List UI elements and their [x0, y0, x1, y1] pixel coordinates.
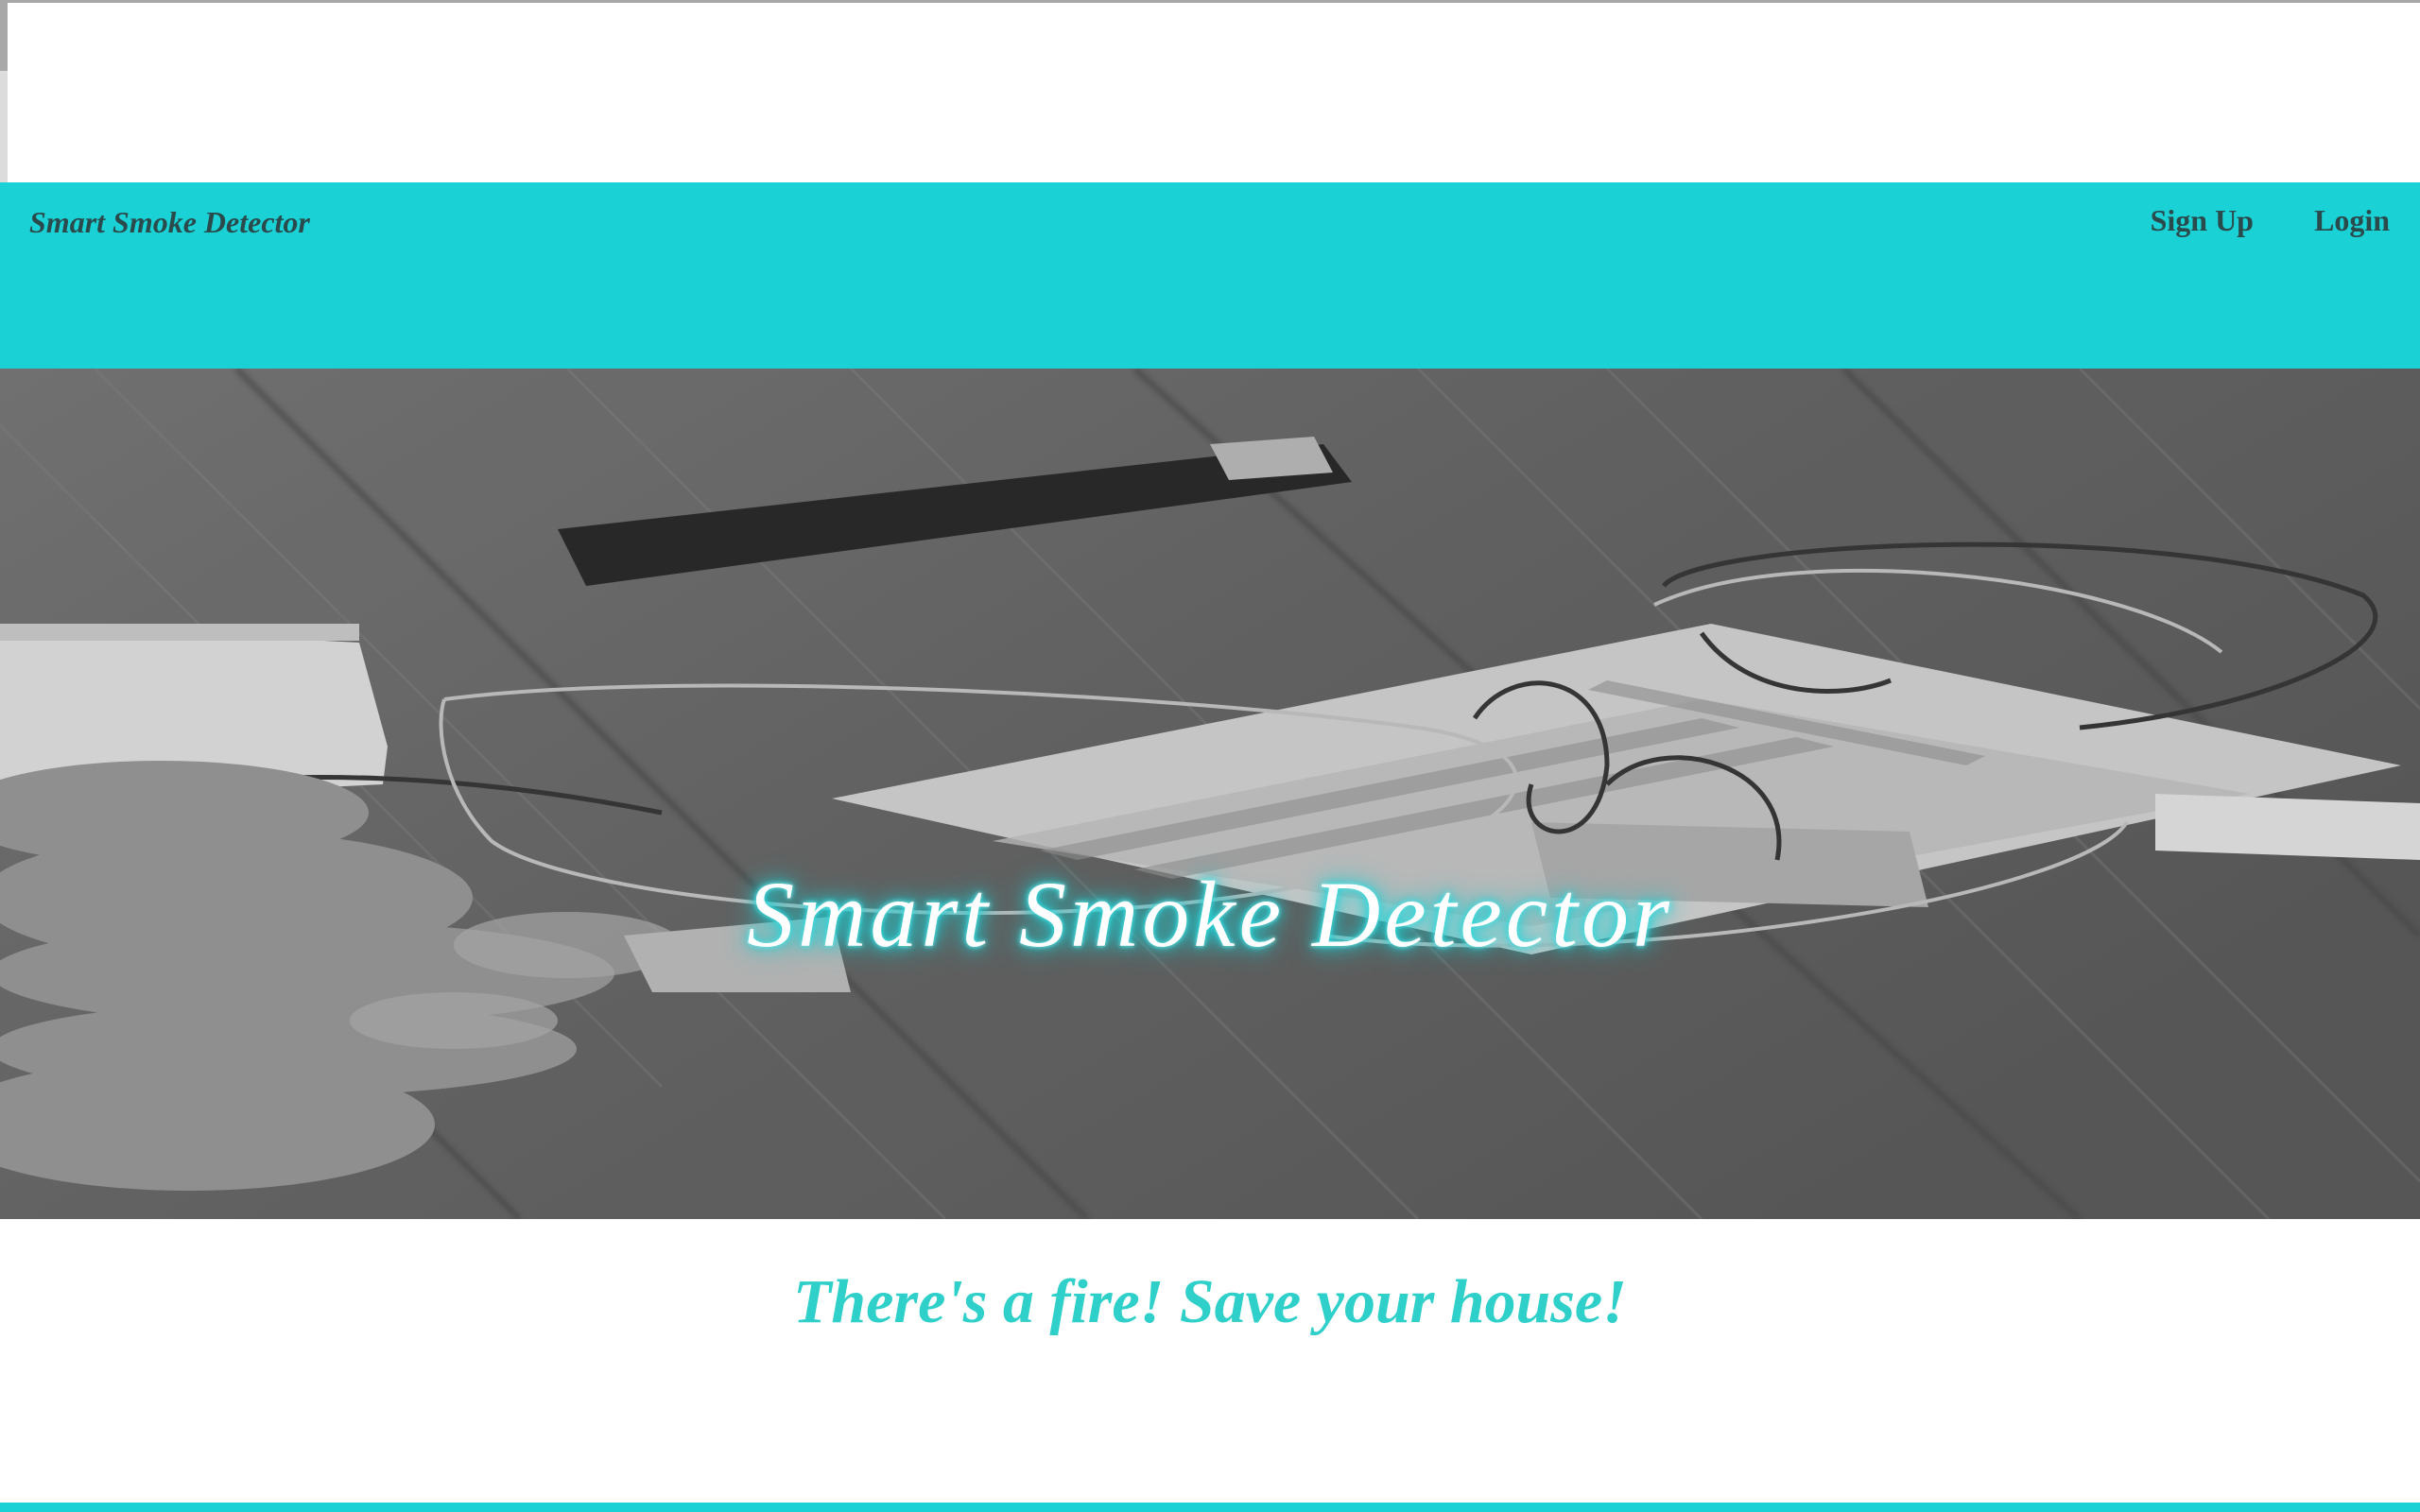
hero-background-image	[0, 369, 2420, 1219]
sign-up-link[interactable]: Sign Up	[2151, 203, 2254, 238]
login-link[interactable]: Login	[2314, 203, 2390, 238]
page: Smart Smoke Detector Sign Up Login Smart…	[0, 0, 2420, 1512]
brand-link[interactable]: Smart Smoke Detector	[29, 205, 310, 240]
tagline: There's a fire! Save your house!	[793, 1267, 1627, 1336]
browser-top-strip	[0, 0, 2420, 185]
footer-bar	[0, 1503, 2420, 1512]
window-edge-lower	[0, 71, 8, 185]
hero-title: Smart Smoke Detector	[747, 862, 1673, 967]
nav-links: Sign Up Login	[2151, 203, 2390, 238]
navbar: Smart Smoke Detector Sign Up Login	[0, 182, 2420, 369]
hero-banner: Smart Smoke Detector	[0, 369, 2420, 1219]
window-edge	[0, 3, 8, 71]
